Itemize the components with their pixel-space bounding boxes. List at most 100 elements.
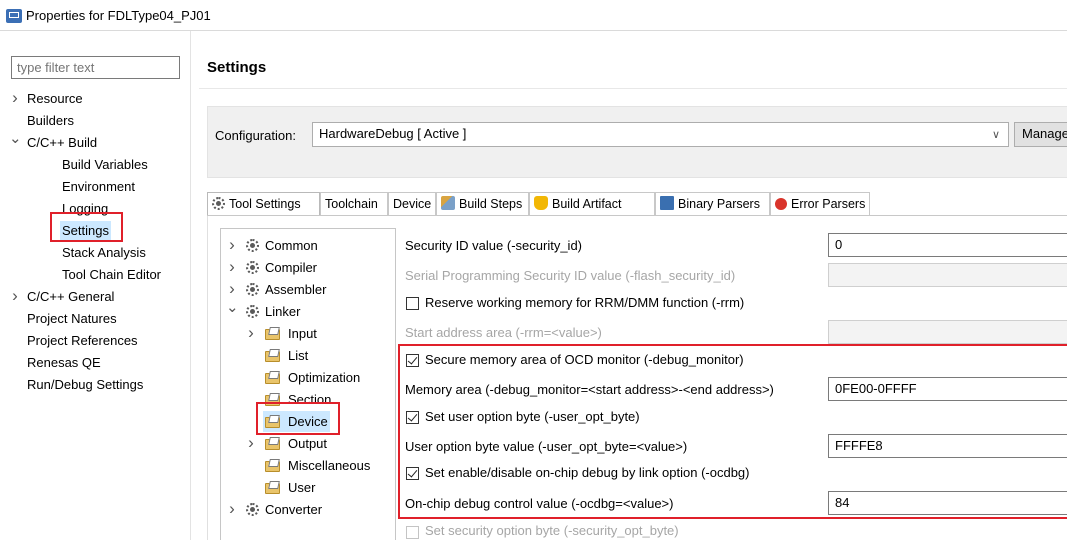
manage-configurations-button[interactable]: Manage <box>1014 122 1067 147</box>
tree-item-environment[interactable]: Environment <box>60 177 137 196</box>
tree-item-run-debug-settings[interactable]: Run/Debug Settings <box>25 375 145 394</box>
user-option-byte-checkbox[interactable] <box>406 411 419 424</box>
title-divider <box>199 88 1067 89</box>
tab-label: Device <box>393 197 432 211</box>
chevron-down-icon[interactable] <box>226 302 238 321</box>
user-option-byte-label: Set user option byte (-user_opt_byte) <box>425 409 640 424</box>
ocdbg-value-input[interactable]: 84 <box>828 491 1067 515</box>
chevron-down-icon: ∨ <box>991 129 1000 141</box>
security-id-input[interactable]: 0 <box>828 233 1067 257</box>
tool-tree-item-user[interactable]: User <box>263 477 317 498</box>
tree-item-project-natures[interactable]: Project Natures <box>25 309 119 328</box>
chevron-right-icon[interactable] <box>226 280 238 299</box>
tab-binary-parsers[interactable]: Binary Parsers <box>655 192 770 216</box>
folder-icon <box>265 437 282 450</box>
tab-label: Toolchain <box>325 197 378 211</box>
configuration-label: Configuration: <box>215 128 296 143</box>
tool-tree-item-device[interactable]: Device <box>263 411 330 432</box>
tool-tree-item-common[interactable]: Common <box>244 235 320 256</box>
tree-item-settings[interactable]: Settings <box>60 221 111 240</box>
tree-item-tool-chain-editor[interactable]: Tool Chain Editor <box>60 265 163 284</box>
binary-parsers-icon <box>660 196 674 210</box>
page-title: Settings <box>207 59 267 76</box>
tool-tree-item-linker[interactable]: Linker <box>244 301 302 322</box>
tool-tree-item-optimization[interactable]: Optimization <box>263 367 362 388</box>
security-id-label: Security ID value (-security_id) <box>405 238 582 253</box>
folder-icon <box>265 393 282 406</box>
tool-tree-label: Output <box>288 436 328 451</box>
tab-tool-settings[interactable]: Tool Settings <box>207 192 320 216</box>
tab-label: Build Artifact <box>552 197 622 211</box>
tree-item-stack-analysis[interactable]: Stack Analysis <box>60 243 148 262</box>
tool-tree-item-assembler[interactable]: Assembler <box>244 279 328 300</box>
chevron-right-icon[interactable] <box>226 258 238 277</box>
chevron-right-icon[interactable] <box>226 500 238 519</box>
ocdbg-checkbox[interactable] <box>406 467 419 480</box>
tab-device[interactable]: Device <box>388 192 436 216</box>
window-title: Properties for FDLType04_PJ01 <box>26 8 211 23</box>
tree-item-c-c-general[interactable]: C/C++ General <box>25 287 116 306</box>
tree-item-build-variables[interactable]: Build Variables <box>60 155 150 174</box>
tab-build-steps[interactable]: Build Steps <box>436 192 529 216</box>
filter-input[interactable] <box>11 56 180 79</box>
pane-sash[interactable] <box>190 31 191 540</box>
rrm-checkbox[interactable] <box>406 297 419 310</box>
configuration-value: HardwareDebug [ Active ] <box>319 126 467 141</box>
flash-security-id-label: Serial Programming Security ID value (-f… <box>405 268 736 283</box>
chevron-right-icon[interactable] <box>245 434 257 453</box>
tree-item-project-references[interactable]: Project References <box>25 331 140 350</box>
tool-tree-item-converter[interactable]: Converter <box>244 499 324 520</box>
tool-tree-label: Linker <box>265 304 301 319</box>
gear-icon <box>246 305 259 318</box>
memory-area-input[interactable]: 0FE00-0FFFF <box>828 377 1067 401</box>
tool-tree-label: Compiler <box>265 260 318 275</box>
ocdbg-label: Set enable/disable on-chip debug by link… <box>425 465 750 480</box>
tool-tree-label: Optimization <box>288 370 361 385</box>
tab-toolchain[interactable]: Toolchain <box>320 192 388 216</box>
tool-tree-label: Converter <box>265 502 323 517</box>
gear-icon <box>246 283 259 296</box>
tool-tree-label: User <box>288 480 316 495</box>
configuration-select[interactable]: HardwareDebug [ Active ] ∨ <box>312 122 1009 147</box>
debug-monitor-checkbox[interactable] <box>406 354 419 367</box>
tree-item-resource[interactable]: Resource <box>25 89 85 108</box>
gear-icon <box>212 197 225 210</box>
tab-label: Error Parsers <box>791 197 866 211</box>
tab-label: Binary Parsers <box>678 197 760 211</box>
flash-security-id-input[interactable] <box>828 263 1067 287</box>
tree-item-builders[interactable]: Builders <box>25 111 76 130</box>
tool-tree-item-section[interactable]: Section <box>263 389 333 410</box>
security-option-byte-checkbox[interactable] <box>406 526 419 539</box>
user-option-value-input[interactable]: FFFFE8 <box>828 434 1067 458</box>
app-icon <box>6 9 22 23</box>
tool-tree-label: Assembler <box>265 282 327 297</box>
tool-tree-item-compiler[interactable]: Compiler <box>244 257 319 278</box>
build-artifact-icon <box>534 196 548 210</box>
error-icon <box>775 198 787 210</box>
debug-monitor-label: Secure memory area of OCD monitor (-debu… <box>425 352 744 367</box>
tree-item-renesas-qe[interactable]: Renesas QE <box>25 353 103 372</box>
tool-tree-label: Section <box>288 392 332 407</box>
chevron-right-icon[interactable] <box>9 89 21 108</box>
tool-tree-item-miscellaneous[interactable]: Miscellaneous <box>263 455 372 476</box>
tool-tree-item-input[interactable]: Input <box>263 323 319 344</box>
tab-build-artifact[interactable]: Build Artifact <box>529 192 655 216</box>
chevron-down-icon[interactable] <box>9 133 21 152</box>
tool-tree-label: Miscellaneous <box>288 458 371 473</box>
tree-item-logging[interactable]: Logging <box>60 199 110 218</box>
rrm-label: Reserve working memory for RRM/DMM funct… <box>425 295 745 310</box>
folder-icon <box>265 349 282 362</box>
chevron-right-icon[interactable] <box>245 324 257 343</box>
tool-tree-label: Device <box>288 414 328 429</box>
tree-item-c-c-build[interactable]: C/C++ Build <box>25 133 99 152</box>
rrm-start-label: Start address area (-rrm=<value>) <box>405 325 602 340</box>
tab-error-parsers[interactable]: Error Parsers <box>770 192 870 216</box>
rrm-start-input[interactable] <box>828 320 1067 344</box>
tool-tree-item-output[interactable]: Output <box>263 433 329 454</box>
folder-icon <box>265 371 282 384</box>
gear-icon <box>246 503 259 516</box>
chevron-right-icon[interactable] <box>9 287 21 306</box>
chevron-right-icon[interactable] <box>226 236 238 255</box>
tool-tree-item-list[interactable]: List <box>263 345 310 366</box>
tab-label: Tool Settings <box>229 197 301 211</box>
